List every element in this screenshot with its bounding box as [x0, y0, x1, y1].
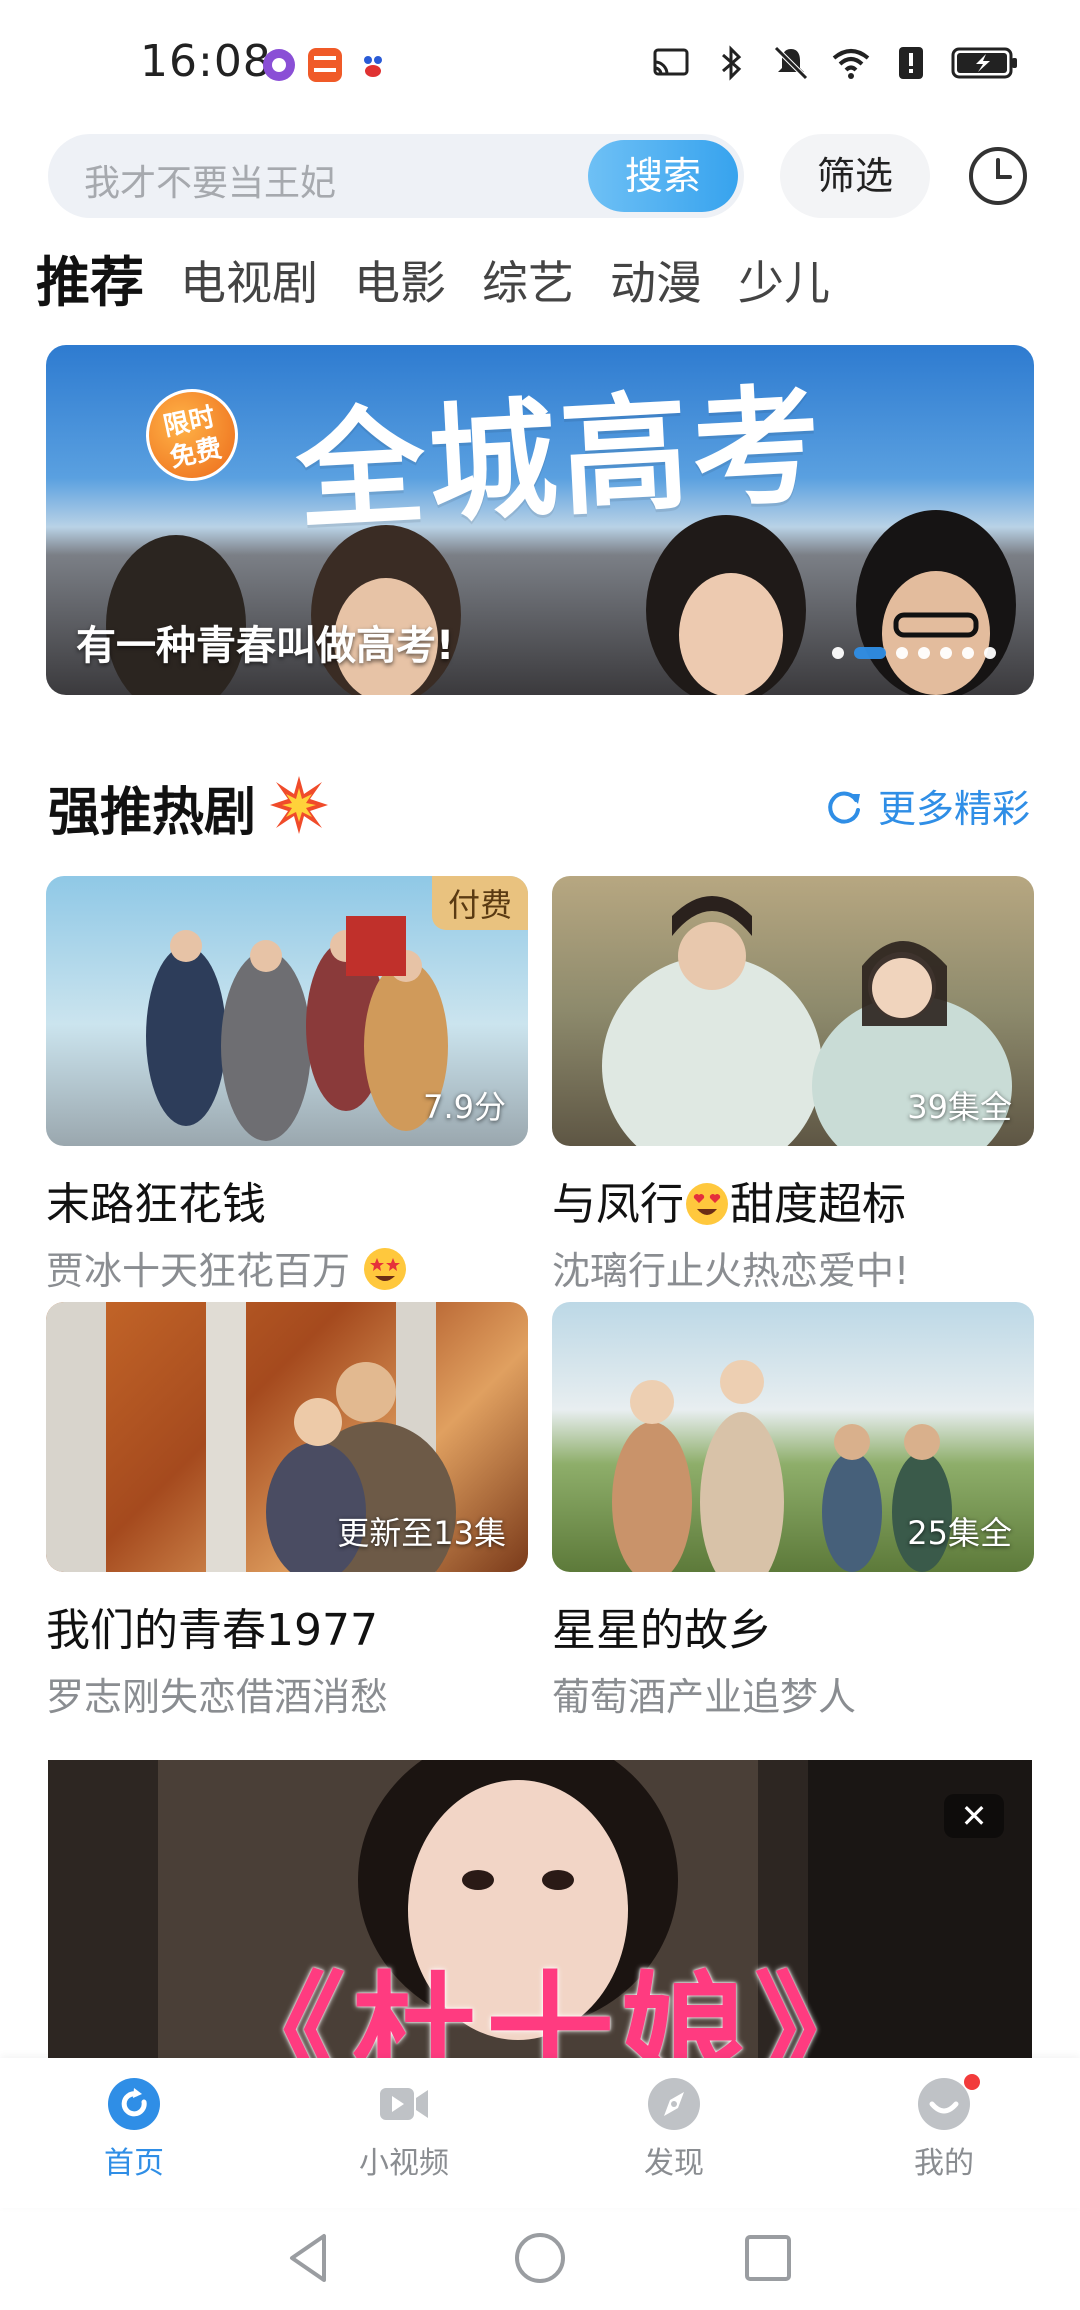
rating: 7.9分 — [423, 1088, 506, 1126]
section-title: 强推热剧 — [48, 783, 257, 843]
more-link[interactable]: 更多精彩 — [824, 778, 1030, 833]
episode-count: 25集全 — [907, 1514, 1012, 1552]
status-bar: 16:08 — [0, 0, 1080, 120]
nav-home[interactable]: 首页 — [54, 2076, 214, 2182]
star-struck-icon — [364, 1248, 407, 1290]
nav-label: 发现 — [644, 2146, 704, 2181]
banner-caption: 有一种青春叫做高考! — [76, 623, 455, 669]
cast-icon — [653, 48, 689, 76]
nav-label: 我的 — [914, 2146, 974, 2181]
nav-discover[interactable]: 发现 — [594, 2076, 754, 2182]
card-thumbnail[interactable]: 付费 7.9分 — [46, 876, 528, 1146]
ad-banner[interactable]: 《杜十娘》 ✕ — [48, 1760, 1032, 2060]
nav-label: 首页 — [104, 2146, 164, 2181]
battery-charging-icon — [951, 47, 1017, 79]
search-button[interactable]: 搜索 — [588, 140, 738, 212]
carousel-dot[interactable] — [962, 647, 974, 659]
mute-icon — [774, 46, 808, 80]
ad-title: 《杜十娘》 — [218, 1959, 889, 2060]
notification-dot — [964, 2074, 980, 2090]
carousel-dot[interactable] — [896, 647, 908, 659]
card-title: 与凤行 甜度超标 — [552, 1168, 1034, 1232]
drama-card[interactable]: 付费 7.9分 末路狂花钱 贾冰十天狂花百万 — [46, 876, 528, 1295]
app-notification-icon — [263, 49, 295, 81]
card-title-suffix: 甜度超标 — [730, 1179, 906, 1230]
tab-kids[interactable]: 少儿 — [738, 248, 830, 318]
search-placeholder: 我才不要当王妃 — [84, 163, 337, 204]
carousel-dot-active[interactable] — [854, 647, 886, 659]
paid-badge: 付费 — [431, 876, 528, 930]
explosion-icon — [270, 776, 328, 834]
carousel-dot[interactable] — [918, 647, 930, 659]
more-link-label: 更多精彩 — [877, 787, 1030, 831]
card-subtitle-text: 贾冰十天狂花百万 — [46, 1249, 351, 1293]
filter-button[interactable]: 筛选 — [780, 134, 930, 218]
tab-variety[interactable]: 综艺 — [482, 248, 574, 318]
card-thumbnail[interactable]: 39集全 — [552, 876, 1034, 1146]
health-app-icon — [308, 48, 342, 82]
search-input[interactable]: 我才不要当王妃 搜索 — [48, 134, 744, 218]
card-title: 末路狂花钱 — [46, 1179, 266, 1230]
baidu-app-icon — [356, 48, 390, 82]
card-subtitle: 罗志刚失恋借酒消愁 — [46, 1675, 389, 1719]
hero-banner[interactable]: 限时 免费 全城高考 有一种青春叫做高考! — [46, 345, 1034, 695]
back-icon[interactable] — [280, 2228, 340, 2288]
drama-card[interactable]: 39集全 与凤行 甜度超标 沈璃行止火热恋爱中! — [552, 876, 1034, 1295]
card-thumbnail[interactable]: 更新至13集 — [46, 1302, 528, 1572]
close-icon[interactable]: ✕ — [944, 1794, 1004, 1838]
banner-title: 全城高考 — [293, 370, 829, 548]
nav-profile[interactable]: 我的 — [864, 2074, 1024, 2182]
home-circle-icon[interactable] — [510, 2228, 570, 2288]
card-subtitle: 沈璃行止火热恋爱中! — [552, 1249, 910, 1293]
carousel-indicator[interactable] — [832, 647, 996, 659]
drama-card[interactable]: 更新至13集 我们的青春1977 罗志刚失恋借酒消愁 — [46, 1302, 528, 1721]
card-title-text: 与凤行 — [552, 1179, 684, 1230]
tab-recommend[interactable]: 推荐 — [36, 248, 144, 318]
compass-icon — [648, 2078, 700, 2130]
tab-tv-series[interactable]: 电视剧 — [180, 248, 318, 318]
nav-label: 小视频 — [359, 2146, 449, 2181]
bluetooth-icon — [722, 45, 742, 81]
tab-anime[interactable]: 动漫 — [610, 248, 702, 318]
card-title: 星星的故乡 — [552, 1605, 772, 1656]
carousel-dot[interactable] — [984, 647, 996, 659]
card-subtitle: 葡萄酒产业追梦人 — [552, 1675, 857, 1719]
wifi-icon — [832, 49, 870, 79]
card-subtitle: 贾冰十天狂花百万 — [46, 1240, 528, 1295]
episode-count: 39集全 — [907, 1088, 1012, 1126]
recents-icon[interactable] — [738, 2228, 798, 2288]
status-time: 16:08 — [140, 36, 272, 87]
card-thumbnail[interactable]: 25集全 — [552, 1302, 1034, 1572]
carousel-dot[interactable] — [832, 647, 844, 659]
carousel-dot[interactable] — [940, 647, 952, 659]
history-clock-icon[interactable] — [966, 144, 1030, 208]
drama-card[interactable]: 25集全 星星的故乡 葡萄酒产业追梦人 — [552, 1302, 1034, 1721]
tab-movies[interactable]: 电影 — [354, 248, 446, 318]
sim-alert-icon — [899, 47, 923, 79]
nav-short-video[interactable]: 小视频 — [324, 2076, 484, 2182]
refresh-icon — [828, 791, 860, 824]
limited-free-badge: 限时 免费 — [137, 380, 247, 490]
bottom-navigation: 首页 小视频 发现 我的 — [0, 2058, 1080, 2208]
system-navigation-bar — [0, 2208, 1080, 2310]
heart-eyes-icon — [686, 1183, 728, 1225]
status-icons — [650, 42, 1020, 84]
update-status: 更新至13集 — [337, 1514, 506, 1552]
category-tabs: 推荐 电视剧 电影 综艺 动漫 少儿 — [36, 248, 830, 318]
video-camera-icon — [380, 2088, 428, 2120]
card-title: 我们的青春1977 — [46, 1605, 378, 1656]
home-icon — [108, 2078, 160, 2130]
